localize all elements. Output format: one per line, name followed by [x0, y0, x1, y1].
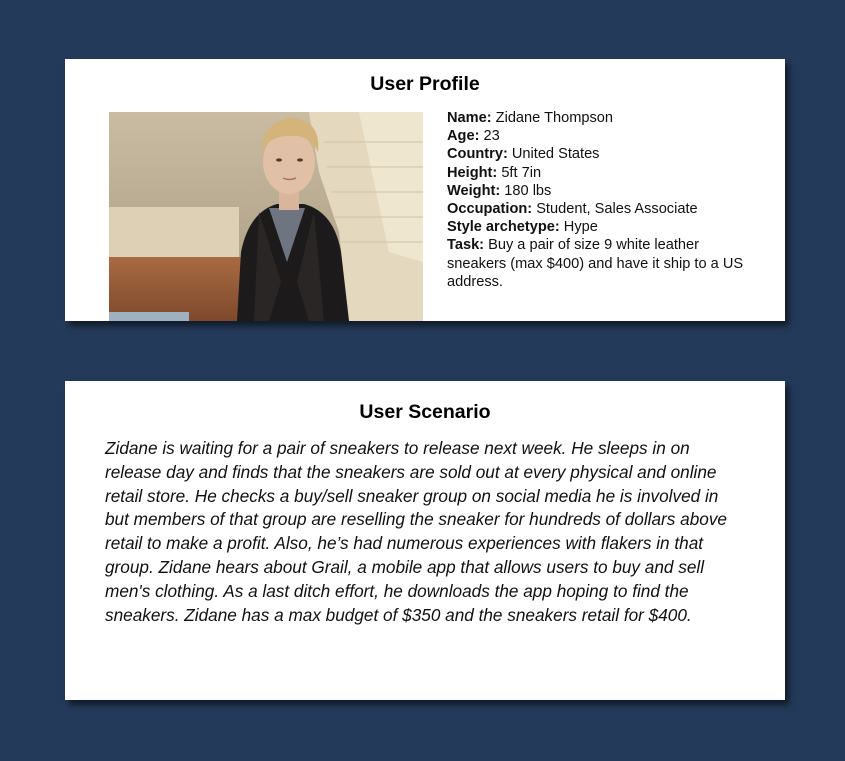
detail-label: Occupation: [447, 201, 533, 218]
person-portrait-icon [109, 112, 423, 321]
detail-task: Task: Buy a pair of size 9 white leather… [447, 236, 747, 291]
detail-occupation: Occupation: Student, Sales Associate [447, 200, 747, 218]
detail-label: Task: [447, 237, 485, 254]
detail-country: Country: United States [447, 145, 747, 163]
detail-value: 5ft 7in [497, 164, 542, 181]
detail-label: Style archetype: [447, 219, 560, 236]
detail-label: Name: [447, 110, 492, 126]
detail-value: United States [507, 146, 600, 163]
detail-age: Age: 23 [447, 127, 747, 145]
scenario-title: User Scenario [359, 401, 491, 423]
detail-label: Height: [447, 164, 498, 181]
detail-value: Student, Sales Associate [532, 201, 698, 218]
detail-height: Height: 5ft 7in [447, 164, 747, 182]
user-scenario-card: User Scenario Zidane is waiting for a pa… [65, 381, 785, 700]
profile-photo [109, 112, 423, 321]
profile-details: Name: Zidane Thompson Age: 23 Country: U… [447, 109, 747, 291]
detail-value: Hype [559, 219, 598, 236]
user-profile-card: User Profile Name: Zidane Thompson Age: … [65, 59, 785, 321]
scenario-body: Zidane is waiting for a pair of sneakers… [105, 438, 727, 625]
detail-value: 180 lbs [500, 182, 552, 199]
detail-value: Buy a pair of size 9 white leather sneak… [447, 237, 744, 290]
detail-value: 23 [479, 128, 500, 145]
detail-label: Weight: [447, 182, 501, 199]
detail-label: Country: [447, 146, 508, 163]
detail-label: Age: [447, 128, 480, 145]
detail-style-archetype: Style archetype: Hype [447, 218, 747, 236]
detail-name: Name: Zidane Thompson [447, 109, 747, 127]
detail-value: Zidane Thompson [491, 110, 614, 126]
profile-title: User Profile [370, 73, 480, 95]
detail-weight: Weight: 180 lbs [447, 182, 747, 200]
